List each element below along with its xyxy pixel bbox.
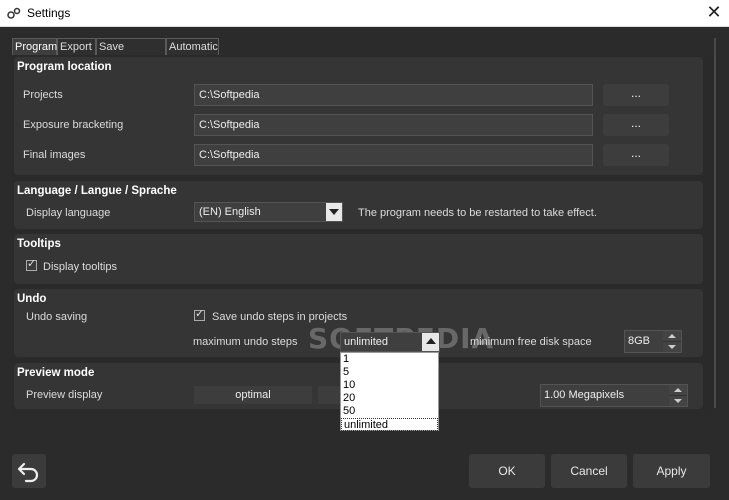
dropdown-option[interactable]: 1 xyxy=(341,353,438,366)
exposure-path-field[interactable]: C:\Softpedia xyxy=(194,114,593,136)
gear-icon xyxy=(7,7,21,19)
tab-save-formats[interactable]: Save formats xyxy=(96,38,166,69)
projects-label: Projects xyxy=(23,89,63,101)
window-title: Settings xyxy=(27,6,71,20)
dropdown-option[interactable]: 20 xyxy=(341,392,438,405)
projects-path-field[interactable]: C:\Softpedia xyxy=(194,84,593,106)
preview-mode-button-2[interactable] xyxy=(318,386,342,404)
megapixels-spinner[interactable]: 1.00 Megapixels xyxy=(540,384,688,407)
disk-space-label: minimum free disk space xyxy=(470,336,592,348)
chevron-down-icon[interactable] xyxy=(326,203,342,221)
language-value: (EN) English xyxy=(199,206,261,218)
projects-browse-button[interactable]: ... xyxy=(603,84,669,106)
close-icon[interactable]: ✕ xyxy=(700,1,728,25)
exposure-browse-button[interactable]: ... xyxy=(603,114,669,136)
spin-down-icon[interactable] xyxy=(663,341,681,351)
max-undo-dropdown: 1 5 10 20 50 unlimited xyxy=(340,352,439,431)
preview-mode-button[interactable]: optimal xyxy=(194,386,312,404)
megapixels-value: 1.00 Megapixels xyxy=(544,389,625,401)
tooltips-checkbox[interactable] xyxy=(26,257,37,271)
dropdown-option[interactable]: 5 xyxy=(341,366,438,379)
restart-note: The program needs to be restarted to tak… xyxy=(358,207,597,219)
language-section: Language / Langue / Sprache xyxy=(14,181,703,229)
max-undo-value: unlimited xyxy=(344,336,389,348)
apply-button[interactable]: Apply xyxy=(633,454,710,488)
title-bar: Settings ✕ xyxy=(0,0,729,27)
exposure-label: Exposure bracketing xyxy=(23,119,124,131)
tooltips-checkbox-label: Display tooltips xyxy=(43,261,117,273)
section-title: Preview mode xyxy=(17,367,95,379)
preview-display-label: Preview display xyxy=(26,389,103,401)
tab-automatic[interactable]: Automatic xyxy=(166,38,219,55)
section-title: Undo xyxy=(17,293,47,305)
section-title: Tooltips xyxy=(17,238,61,250)
section-title: Language / Langue / Sprache xyxy=(17,185,177,197)
spin-up-icon[interactable] xyxy=(669,385,687,395)
undo-checkbox[interactable] xyxy=(194,307,205,321)
max-undo-select[interactable]: unlimited xyxy=(340,332,440,352)
tooltips-section: Tooltips xyxy=(14,234,703,284)
final-images-browse-button[interactable]: ... xyxy=(603,144,669,166)
language-select[interactable]: (EN) English xyxy=(194,202,343,222)
spin-down-icon[interactable] xyxy=(669,395,687,405)
chevron-up-icon[interactable] xyxy=(422,333,439,351)
reset-button[interactable] xyxy=(12,454,46,488)
tab-export[interactable]: Export xyxy=(57,38,96,55)
undo-arrow-icon xyxy=(17,462,39,483)
cancel-button[interactable]: Cancel xyxy=(551,454,627,488)
disk-space-spinner[interactable]: 8GB xyxy=(624,330,682,353)
final-images-label: Final images xyxy=(23,149,86,161)
disk-space-value: 8GB xyxy=(628,335,651,347)
section-title: Program location xyxy=(17,61,112,73)
final-images-path-field[interactable]: C:\Softpedia xyxy=(194,144,593,166)
ok-button[interactable]: OK xyxy=(469,454,545,488)
max-undo-label: maximum undo steps xyxy=(193,336,298,348)
dropdown-option[interactable]: 50 xyxy=(341,405,438,418)
tab-program[interactable]: Program xyxy=(12,38,57,55)
dropdown-option-selected[interactable]: unlimited xyxy=(341,418,438,431)
display-language-label: Display language xyxy=(26,207,111,219)
scrollbar[interactable] xyxy=(714,38,716,408)
undo-saving-label: Undo saving xyxy=(26,311,88,323)
dropdown-option[interactable]: 10 xyxy=(341,379,438,392)
spin-up-icon[interactable] xyxy=(663,331,681,341)
